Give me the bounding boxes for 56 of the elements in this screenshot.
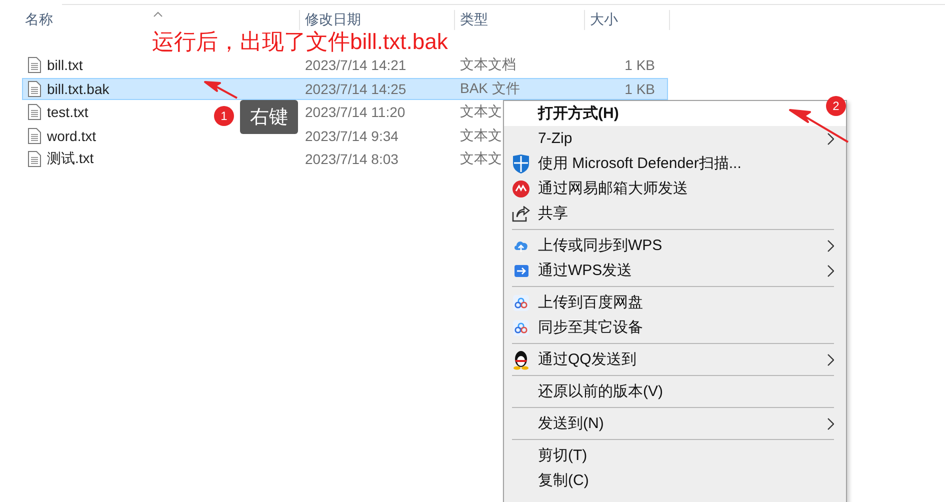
menu-item[interactable]: 还原以前的版本(V) xyxy=(504,379,846,404)
mail-app-icon xyxy=(512,180,530,198)
text-file-icon xyxy=(28,128,41,144)
file-type: 文本文 xyxy=(460,126,502,144)
text-file-icon xyxy=(28,80,41,96)
penguin-icon xyxy=(513,350,529,370)
menu-item[interactable]: 复制(C) xyxy=(504,468,846,493)
menu-item[interactable]: 剪切(T) xyxy=(504,443,846,468)
sort-caret-icon xyxy=(153,11,163,17)
file-type: 文本文 xyxy=(460,150,502,168)
annotation-arrow xyxy=(203,80,239,100)
file-type: 文本文 xyxy=(460,103,502,121)
modified-date: 2023/7/14 11:20 xyxy=(305,104,406,120)
menu-item[interactable]: 上传或同步到WPS xyxy=(504,233,846,258)
file-type: BAK 文件 xyxy=(460,80,520,98)
text-file-icon xyxy=(28,104,41,120)
annotation-caption: 运行后，出现了文件bill.txt.bak xyxy=(152,31,448,53)
menu-item[interactable]: 共享 xyxy=(504,201,846,226)
file-name: word.txt xyxy=(47,128,96,144)
menu-item[interactable]: 使用 Microsoft Defender扫描... xyxy=(504,151,846,176)
column-header[interactable]: 修改日期 xyxy=(300,10,455,30)
modified-date: 2023/7/14 8:03 xyxy=(305,151,398,167)
tooltip: 右键 xyxy=(240,100,298,134)
text-file-icon xyxy=(28,57,41,73)
text-file-icon xyxy=(28,151,41,167)
cloud-upload-icon xyxy=(513,238,529,252)
modified-date: 2023/7/14 14:25 xyxy=(305,80,406,96)
menu-item[interactable]: 上传到百度网盘 xyxy=(504,290,846,315)
menu-item[interactable]: 7-Zip xyxy=(504,126,846,151)
menu-item[interactable]: 通过QQ发送到 xyxy=(504,347,846,372)
modified-date: 2023/7/14 14:21 xyxy=(305,57,406,73)
column-header[interactable]: 名称 xyxy=(20,10,300,30)
file-row[interactable]: bill.txt 2023/7/14 14:21 文本文档 1 KB xyxy=(22,54,668,76)
cloud-icon xyxy=(513,320,529,336)
shield-icon xyxy=(512,154,530,174)
step-number-badge: 1 xyxy=(214,106,234,126)
column-header[interactable]: 类型 xyxy=(455,10,585,30)
column-header[interactable]: 大小 xyxy=(585,10,670,30)
file-size: 1 KB xyxy=(624,80,655,96)
menu-item[interactable]: 通过WPS发送 xyxy=(504,258,846,283)
modified-date: 2023/7/14 9:34 xyxy=(305,128,398,144)
share-icon xyxy=(512,206,530,222)
file-row[interactable]: bill.txt.bak 2023/7/14 14:25 BAK 文件 1 KB xyxy=(22,78,668,100)
file-name: 测试.txt xyxy=(47,150,94,168)
file-name: test.txt xyxy=(47,104,88,120)
annotation-arrow xyxy=(788,108,850,144)
file-size: 1 KB xyxy=(624,57,655,73)
menu-item[interactable]: 同步至其它设备 xyxy=(504,315,846,340)
file-type: 文本文档 xyxy=(460,56,516,74)
menu-item[interactable]: 通过网易邮箱大师发送 xyxy=(504,176,846,201)
file-name: bill.txt.bak xyxy=(47,80,110,96)
send-file-icon xyxy=(514,264,528,278)
cloud-icon xyxy=(513,294,529,310)
file-name: bill.txt xyxy=(47,57,83,73)
step-number-badge: 2 xyxy=(826,96,846,116)
menu-item[interactable]: 发送到(N) xyxy=(504,411,846,436)
